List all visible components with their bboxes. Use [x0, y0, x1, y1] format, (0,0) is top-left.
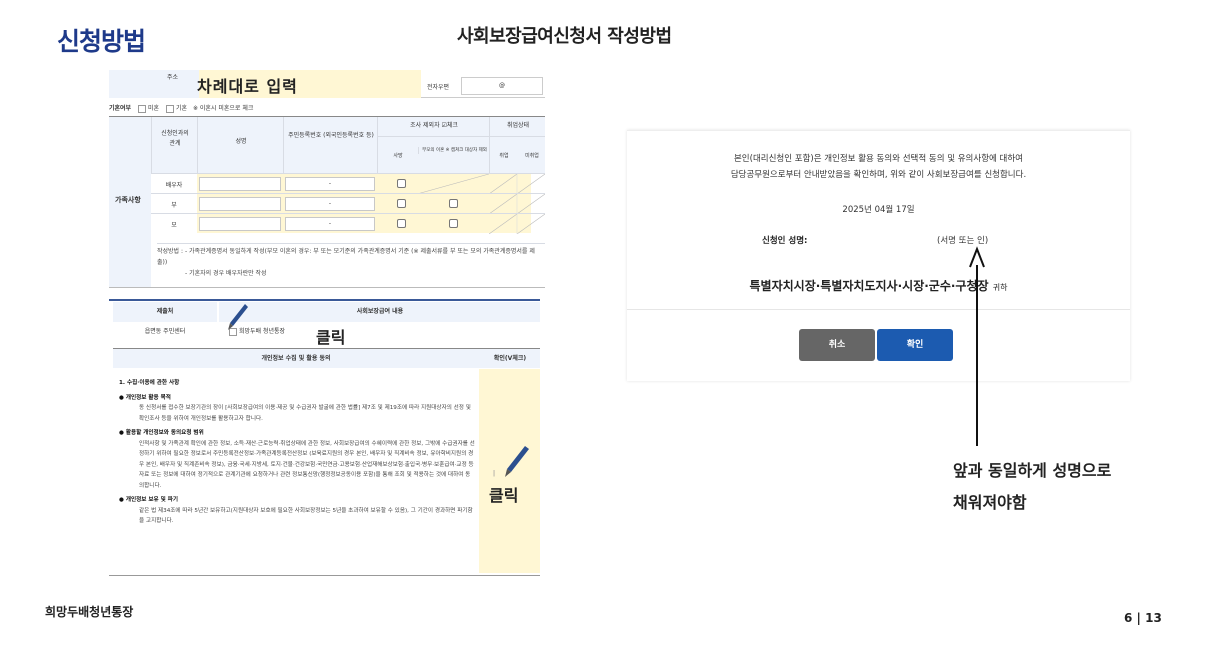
col-exclude: 조사 제외자 ☑체크 사망 부모의 이혼 ※ 캡쳐크 대상자 제외: [377, 117, 490, 173]
rrn-field[interactable]: -: [285, 217, 375, 231]
col-rrn: 주민등록번호 (외국인등록번호 등): [283, 117, 377, 173]
page-title: 사회보장급여신청서 작성방법: [457, 26, 672, 47]
consent-body: 1. 수집·이용에 관한 사항 ● 개인정보 활용 목적 동 신청서를 접수한 …: [119, 380, 475, 524]
name-field[interactable]: [199, 177, 281, 191]
application-date: 2025년 04월 17일: [842, 205, 915, 215]
slide: 신청방법 사회보장급여신청서 작성방법 주소 차례대로 입력 전자우편 @ 기혼…: [0, 0, 1218, 654]
consent-header: 개인정보 수집 및 활용 동의 확인(V체크): [113, 348, 540, 368]
submitter-value: 읍면동 주민센터: [144, 328, 186, 335]
family-row-spouse: 배우자 -: [151, 173, 545, 194]
annotation-text: 앞과 동일하게 성명으로 채워져야함: [953, 461, 1112, 512]
content-header: 사회보장급여 내용: [219, 302, 540, 322]
family-label: 가족사항: [115, 196, 141, 204]
section-title: 신청방법: [57, 27, 146, 56]
family-label-cell: 가족사항: [109, 117, 151, 287]
divorce-checkbox[interactable]: [449, 199, 458, 208]
death-checkbox[interactable]: [397, 199, 406, 208]
name-field[interactable]: [199, 197, 281, 211]
click-label: 클릭: [489, 486, 519, 505]
click-label: 클릭: [316, 328, 346, 347]
family-row-mother: 모 -: [151, 213, 545, 234]
confirmation-dialog: 본인(대리신청인 포함)은 개인정보 활용 동의와 선택적 동의 및 유의사항에…: [627, 130, 1130, 381]
writing-guide: 작성방법 : - 가족관계증명서 동일하게 작성(부모 이혼의 경우: 부 또는…: [157, 243, 545, 279]
rrn-field[interactable]: -: [285, 177, 375, 191]
single-checkbox[interactable]: [138, 104, 147, 113]
pen-icon: [228, 304, 248, 330]
family-row-father: 부 -: [151, 193, 545, 214]
col-relation: 신청인과의 관계: [151, 117, 197, 173]
divorce-checkbox[interactable]: [449, 219, 458, 228]
address-label-cell: 주소: [109, 70, 199, 98]
address-overlay-text: 차례대로 입력: [197, 77, 298, 96]
marital-note: ※ 이혼시 미혼으로 체크: [192, 105, 254, 112]
signature-label: 신청인 성명:: [762, 236, 808, 246]
name-field[interactable]: [199, 217, 281, 231]
disabled-cells: [489, 174, 545, 194]
email-label: 전자우편: [427, 84, 450, 91]
married-checkbox[interactable]: [165, 104, 174, 113]
submitter-header: 제출처: [113, 302, 217, 322]
death-checkbox[interactable]: [397, 219, 406, 228]
footer-title: 희망두배청년통장: [45, 605, 134, 619]
col-job: 취업상태 취업 미취업: [489, 117, 545, 173]
rrn-field[interactable]: -: [285, 197, 375, 211]
family-info-form-screenshot: 주소 차례대로 입력 전자우편 @ 기혼여부 미혼 기혼 ※ 이혼시 미혼으로 …: [109, 70, 545, 290]
pen-icon: [505, 446, 529, 477]
marital-label: 기혼여부: [109, 105, 132, 112]
family-table: 가족사항 신청인과의 관계 성명 주민등록번호 (외국인등록번호 등) 조사 제…: [109, 116, 545, 288]
addressee: 특별자치시장·특별자치도지사·시장·군수·구청장 귀하: [749, 279, 1008, 293]
married-label: 기혼: [175, 105, 188, 112]
consent-form-screenshot: 제출처 사회보장급여 내용 읍면동 주민센터 희망두배 청년통장 클릭 개인정보…: [109, 296, 540, 576]
dialog-message: 본인(대리신청인 포함)은 개인정보 활용 동의와 선택적 동의 및 유의사항에…: [730, 154, 1027, 180]
col-name: 성명: [197, 117, 283, 173]
death-checkbox[interactable]: [397, 179, 406, 188]
single-label: 미혼: [148, 105, 160, 112]
signature-field[interactable]: (서명 또는 인): [937, 234, 988, 246]
address-label: 주소: [167, 74, 179, 81]
page-number: 6 | 13: [1124, 611, 1162, 625]
marital-status-row: 기혼여부 미혼 기혼 ※ 이혼시 미혼으로 체크: [109, 103, 253, 113]
address-row: 주소 차례대로 입력 전자우편 @: [109, 70, 545, 98]
confirm-button[interactable]: 확인: [877, 329, 953, 361]
cancel-button[interactable]: 취소: [799, 329, 875, 361]
email-field[interactable]: @: [461, 77, 543, 95]
